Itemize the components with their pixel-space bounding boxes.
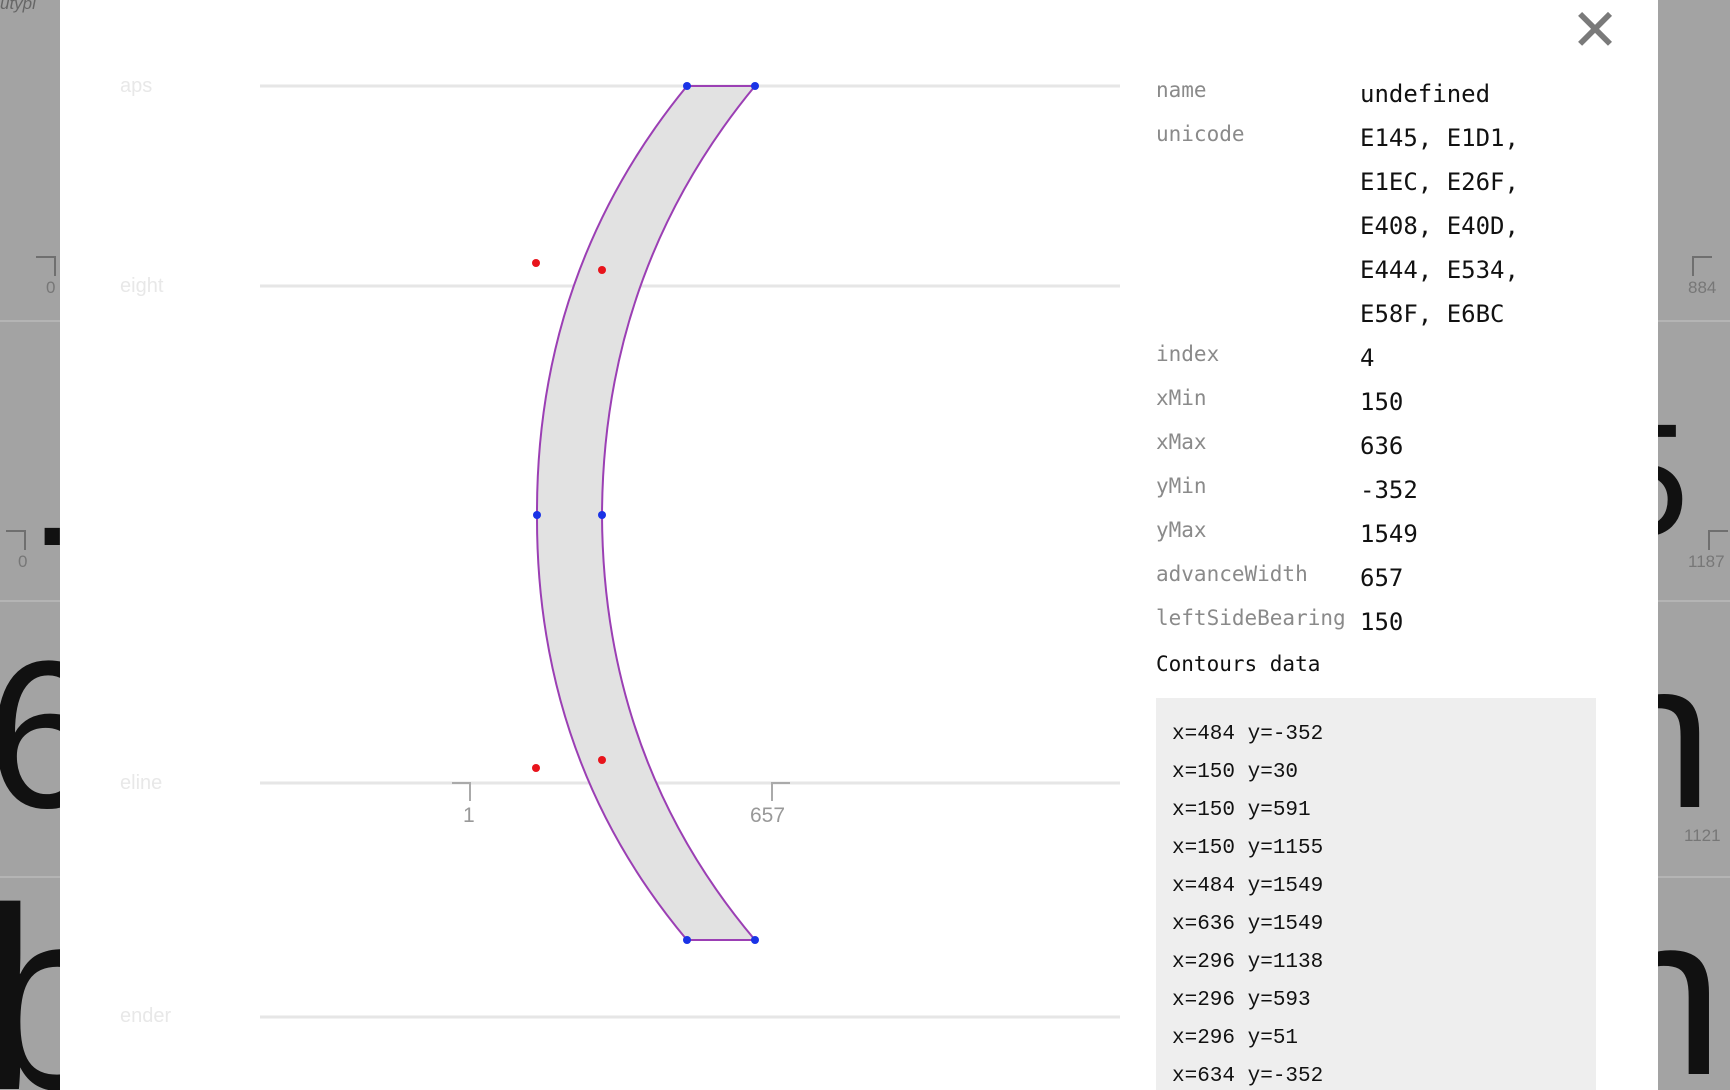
info-key: xMin bbox=[1156, 386, 1207, 410]
contours-data-panel: x=484 y=-352 x=150 y=30 x=150 y=591 x=15… bbox=[1156, 698, 1596, 1090]
off-curve-point[interactable] bbox=[532, 259, 540, 267]
info-key: yMax bbox=[1156, 518, 1207, 542]
on-curve-point[interactable] bbox=[533, 511, 541, 519]
info-row-name: name undefined bbox=[1156, 72, 1656, 116]
info-key: yMin bbox=[1156, 474, 1207, 498]
contour-point-entry: x=484 y=1549 bbox=[1172, 875, 1324, 898]
contours-data-heading: Contours data bbox=[1156, 652, 1321, 676]
contour-point-entry: x=636 y=1549 bbox=[1172, 913, 1324, 936]
on-curve-point[interactable] bbox=[598, 511, 606, 519]
left-bearing-label: 1 bbox=[463, 804, 475, 827]
close-button[interactable]: ✕ bbox=[1565, 0, 1625, 60]
info-row-ymin: yMin -352 bbox=[1156, 468, 1656, 512]
info-row-left-side-bearing: leftSideBearing 150 bbox=[1156, 600, 1656, 644]
off-curve-point[interactable] bbox=[598, 756, 606, 764]
caps-guide-label: aps bbox=[120, 75, 152, 97]
info-key: leftSideBearing bbox=[1156, 606, 1346, 630]
x-height-guide-label: eight bbox=[120, 275, 164, 297]
info-value: 636 bbox=[1360, 432, 1404, 460]
contour-point-entry: x=634 y=-352 bbox=[1172, 1065, 1324, 1088]
info-row-xmax: xMax 636 bbox=[1156, 424, 1656, 468]
info-value: 4 bbox=[1360, 344, 1375, 372]
contour-point-entry: x=150 y=591 bbox=[1172, 799, 1311, 822]
glyph-outline bbox=[535, 85, 758, 941]
contour-point-entry: x=296 y=51 bbox=[1172, 1027, 1299, 1050]
info-row-unicode: unicode E145, E1D1, E1EC, E26F, E408, E4… bbox=[1156, 116, 1656, 336]
off-curve-point[interactable] bbox=[532, 764, 540, 772]
info-key: name bbox=[1156, 78, 1207, 102]
contour-point-entry: x=296 y=593 bbox=[1172, 989, 1311, 1012]
background-marker: 0 bbox=[18, 552, 28, 571]
descender-guide-label: ender bbox=[120, 1005, 171, 1027]
off-curve-point[interactable] bbox=[598, 266, 606, 274]
glyph-canvas: aps eight eline ender 1 657 bbox=[120, 75, 1120, 1027]
info-value: -352 bbox=[1360, 476, 1418, 504]
background-marker: 884 bbox=[1688, 278, 1717, 297]
info-row-index: index 4 bbox=[1156, 336, 1656, 380]
info-value: E145, E1D1, E1EC, E26F, E408, E40D, E444… bbox=[1360, 124, 1519, 328]
contour-point-entry: x=296 y=1138 bbox=[1172, 951, 1324, 974]
right-bearing-tick bbox=[771, 782, 790, 801]
info-key: unicode bbox=[1156, 122, 1245, 146]
left-bearing-tick bbox=[452, 782, 471, 801]
info-key: xMax bbox=[1156, 430, 1207, 454]
background-tick bbox=[6, 530, 26, 550]
info-row-ymax: yMax 1549 bbox=[1156, 512, 1656, 556]
contour-point-entry: x=484 y=-352 bbox=[1172, 723, 1324, 746]
glyph-detail-modal: ✕ aps eight eline ender 1 657 name undef… bbox=[60, 0, 1658, 1090]
close-icon[interactable]: ✕ bbox=[1571, 0, 1620, 64]
glyph-info-table: name undefined unicode E145, E1D1, E1EC,… bbox=[1156, 72, 1656, 644]
info-row-xmin: xMin 150 bbox=[1156, 380, 1656, 424]
contour-point-entry: x=150 y=1155 bbox=[1172, 837, 1324, 860]
info-value: 1549 bbox=[1360, 520, 1418, 548]
info-key: index bbox=[1156, 342, 1220, 366]
baseline-guide-label: eline bbox=[120, 772, 162, 794]
background-marker: 1187 bbox=[1688, 552, 1725, 571]
info-value: 150 bbox=[1360, 608, 1404, 636]
background-tick bbox=[36, 256, 56, 276]
on-curve-point[interactable] bbox=[751, 936, 759, 944]
info-row-advance-width: advanceWidth 657 bbox=[1156, 556, 1656, 600]
on-curve-point[interactable] bbox=[751, 82, 759, 90]
right-bearing-label: 657 bbox=[750, 804, 785, 827]
background-tick bbox=[1708, 530, 1728, 550]
background-marker: 0 bbox=[46, 278, 56, 297]
info-value: 657 bbox=[1360, 564, 1404, 592]
contour-point-entry: x=150 y=30 bbox=[1172, 761, 1299, 784]
info-key: advanceWidth bbox=[1156, 562, 1308, 586]
on-curve-point[interactable] bbox=[683, 82, 691, 90]
info-value: undefined bbox=[1360, 80, 1491, 108]
on-curve-point[interactable] bbox=[683, 936, 691, 944]
background-tick bbox=[1692, 256, 1712, 276]
background-title-fragment: utypi bbox=[0, 0, 36, 13]
info-value: 150 bbox=[1360, 388, 1404, 416]
